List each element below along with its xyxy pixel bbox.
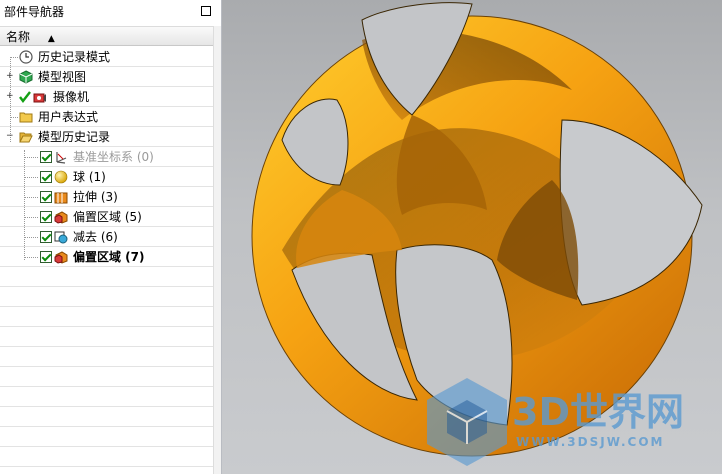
empty-row — [0, 387, 213, 407]
folder-open-icon — [19, 132, 33, 143]
empty-row — [0, 427, 213, 447]
vertical-scrollbar[interactable] — [213, 26, 221, 474]
tree-item-offset-region-7[interactable]: 偏置区域 (7) — [0, 247, 213, 267]
tree-item-model-history[interactable]: − 模型历史记录 — [0, 127, 213, 147]
tree-item-datum-csys[interactable]: 基准坐标系 (0) — [0, 147, 213, 167]
graphics-viewport[interactable]: 3D世界网 WWW.3DSJW.COM — [222, 0, 722, 474]
tree-item-label: 历史记录模式 — [38, 50, 111, 64]
tree-item-label: 模型历史记录 — [38, 130, 111, 144]
model-canvas: 3D世界网 WWW.3DSJW.COM — [251, 2, 703, 466]
watermark-brand: 3D世界网 — [512, 390, 684, 434]
collapse-icon[interactable]: − — [6, 132, 14, 141]
tree-item-label: 偏置区域 (7) — [73, 250, 145, 264]
empty-row — [0, 407, 213, 427]
tree-item-label: 拉伸 (3) — [73, 190, 118, 204]
tree-item-label: 基准坐标系 (0) — [73, 150, 154, 164]
checkmark-icon — [19, 91, 31, 103]
tree-item-subtract[interactable]: 减去 (6) — [0, 227, 213, 247]
datum-csys-icon — [56, 152, 67, 164]
tree-item-label: 球 (1) — [73, 170, 106, 184]
empty-row — [0, 267, 213, 287]
sphere-icon — [54, 170, 68, 184]
tree-line — [24, 157, 38, 158]
part-navigator: 部件导航器 名称 ▲ 历史记录模式 + 模型视图 + 摄像机 用户表达式 − 模… — [0, 0, 222, 474]
checkbox[interactable] — [40, 231, 52, 243]
tree-line — [24, 217, 38, 218]
checkbox[interactable] — [40, 211, 52, 223]
offset-region-icon — [54, 211, 68, 224]
tree-line — [24, 237, 38, 238]
maximize-icon[interactable] — [201, 6, 211, 16]
expand-icon[interactable]: + — [6, 92, 14, 101]
subtract-icon — [54, 231, 68, 244]
tree-item-label: 偏置区域 (5) — [73, 210, 142, 224]
tree-line — [10, 57, 18, 58]
expand-icon[interactable]: + — [6, 72, 14, 81]
tree-line — [24, 177, 38, 178]
tree-item-sphere[interactable]: 球 (1) — [0, 167, 213, 187]
checkbox[interactable] — [40, 171, 52, 183]
tree-item-user-expressions[interactable]: 用户表达式 — [0, 107, 213, 127]
empty-row — [0, 447, 213, 467]
empty-row — [0, 367, 213, 387]
column-header-label: 名称 — [6, 30, 31, 44]
navigator-title-bar: 部件导航器 — [0, 0, 221, 24]
column-header-name[interactable]: 名称 ▲ — [0, 26, 213, 46]
model-view-icon — [19, 70, 33, 84]
sort-ascending-icon: ▲ — [47, 34, 55, 44]
tree-line — [10, 117, 18, 118]
empty-row — [0, 347, 213, 367]
folder-icon — [19, 112, 33, 123]
checkbox[interactable] — [40, 251, 52, 263]
checkbox[interactable] — [40, 151, 52, 163]
tree-item-cameras[interactable]: + 摄像机 — [0, 87, 213, 107]
tree-line — [24, 197, 38, 198]
tree-item-model-views[interactable]: + 模型视图 — [0, 67, 213, 87]
clock-icon — [19, 50, 33, 64]
tree-item-label: 摄像机 — [53, 90, 90, 104]
offset-region-icon — [54, 251, 68, 264]
tree-item-offset-region-5[interactable]: 偏置区域 (5) — [0, 207, 213, 227]
navigator-title: 部件导航器 — [4, 5, 65, 19]
watermark-url: WWW.3DSJW.COM — [516, 435, 664, 449]
tree-line — [24, 257, 38, 258]
empty-row — [0, 327, 213, 347]
tree-item-history-mode[interactable]: 历史记录模式 — [0, 47, 213, 67]
tree-item-label: 减去 (6) — [73, 230, 118, 244]
tree-item-label: 模型视图 — [38, 70, 87, 84]
extrude-icon — [54, 192, 68, 204]
camera-icon — [33, 93, 46, 103]
tree-item-extrude[interactable]: 拉伸 (3) — [0, 187, 213, 207]
empty-row — [0, 307, 213, 327]
tree-item-label: 用户表达式 — [38, 110, 99, 124]
empty-row — [0, 287, 213, 307]
checkbox[interactable] — [40, 191, 52, 203]
